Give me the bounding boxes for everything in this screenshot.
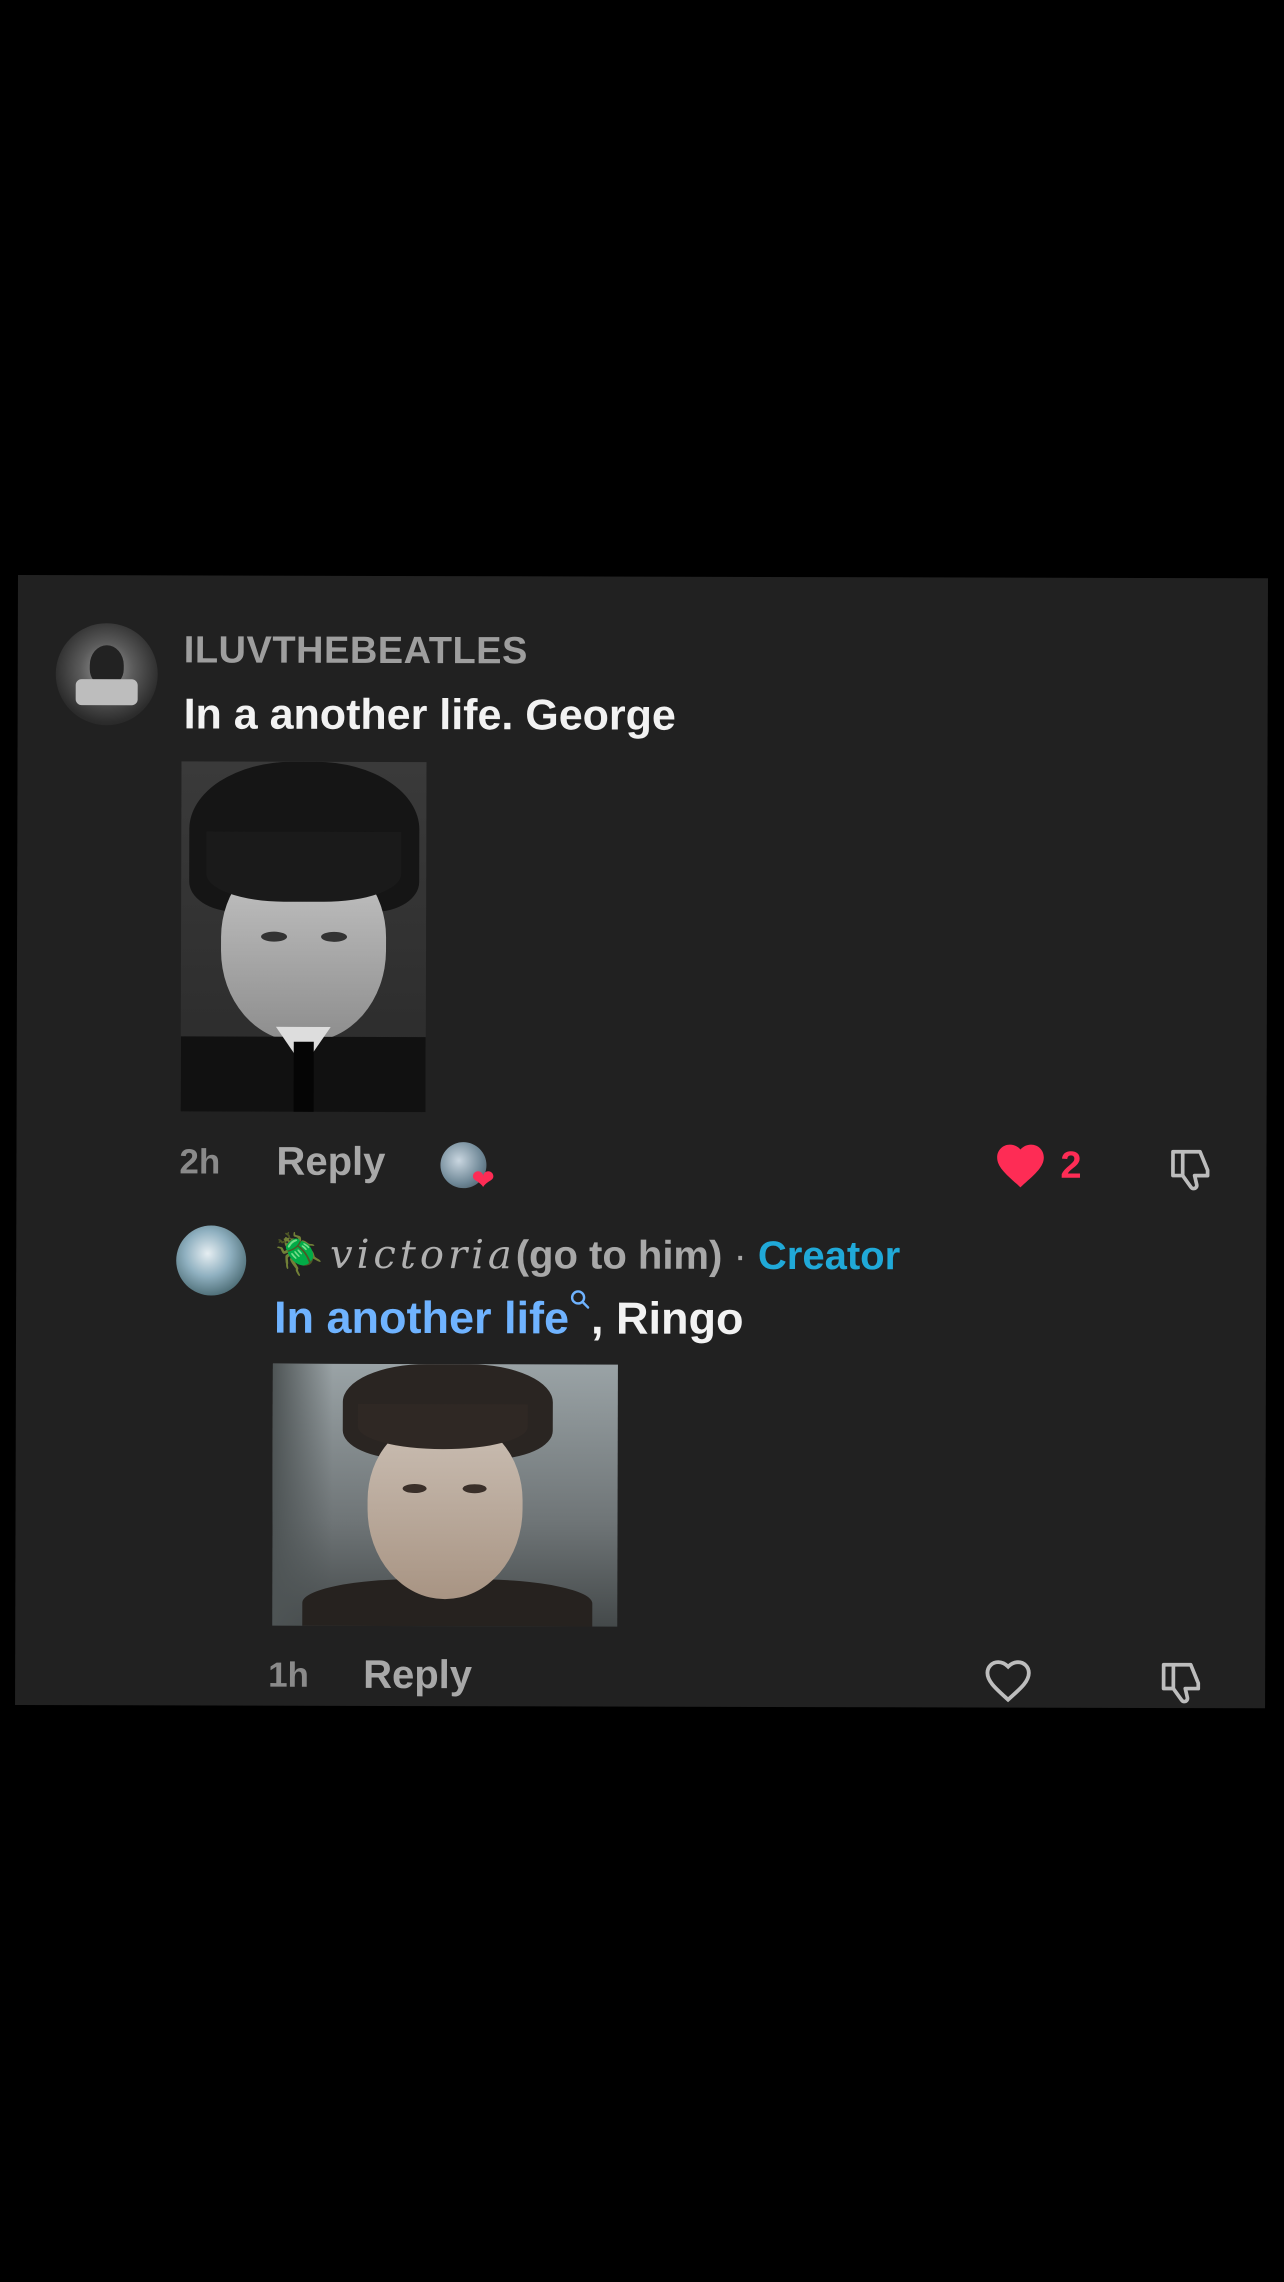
heart-outline-icon[interactable] (981, 1654, 1035, 1708)
reply-reply-button[interactable]: Reply (363, 1653, 472, 1698)
comment-card: ILUVTHEBEATLES In a another life. George… (15, 575, 1268, 1709)
replier-name[interactable]: 🪲 victoria(go to him) · Creator (274, 1231, 900, 1280)
comment-photo[interactable] (180, 761, 427, 1113)
reply-text: In another life , Ringo (274, 1290, 744, 1345)
commenter-avatar[interactable] (55, 623, 158, 726)
comment-reply-button[interactable]: Reply (276, 1140, 385, 1185)
comment-timestamp: 2h (179, 1142, 221, 1182)
reply-timestamp: 1h (268, 1655, 310, 1695)
like-count: 2 (1060, 1144, 1082, 1187)
search-link[interactable]: In another life (274, 1292, 569, 1344)
name-separator: · (722, 1233, 758, 1278)
comment-text: In a another life. George (183, 690, 676, 740)
replier-avatar[interactable] (176, 1225, 247, 1296)
search-icon[interactable] (569, 1288, 591, 1314)
replier-name-suffix: (go to him) (515, 1233, 723, 1278)
dislike-icon[interactable] (1157, 1656, 1209, 1708)
reply-text-rest: , Ringo (591, 1292, 744, 1344)
commenter-username[interactable]: ILUVTHEBEATLES (184, 629, 528, 673)
beetle-icon: 🪲 (274, 1232, 325, 1277)
creator-badge: Creator (757, 1233, 901, 1279)
reply-photo[interactable] (272, 1363, 618, 1627)
dislike-icon[interactable] (1166, 1143, 1218, 1195)
creator-heart-icon: ❤ (471, 1164, 495, 1196)
heart-filled-icon[interactable] (992, 1138, 1048, 1194)
replier-name-script: victoria (329, 1231, 516, 1279)
